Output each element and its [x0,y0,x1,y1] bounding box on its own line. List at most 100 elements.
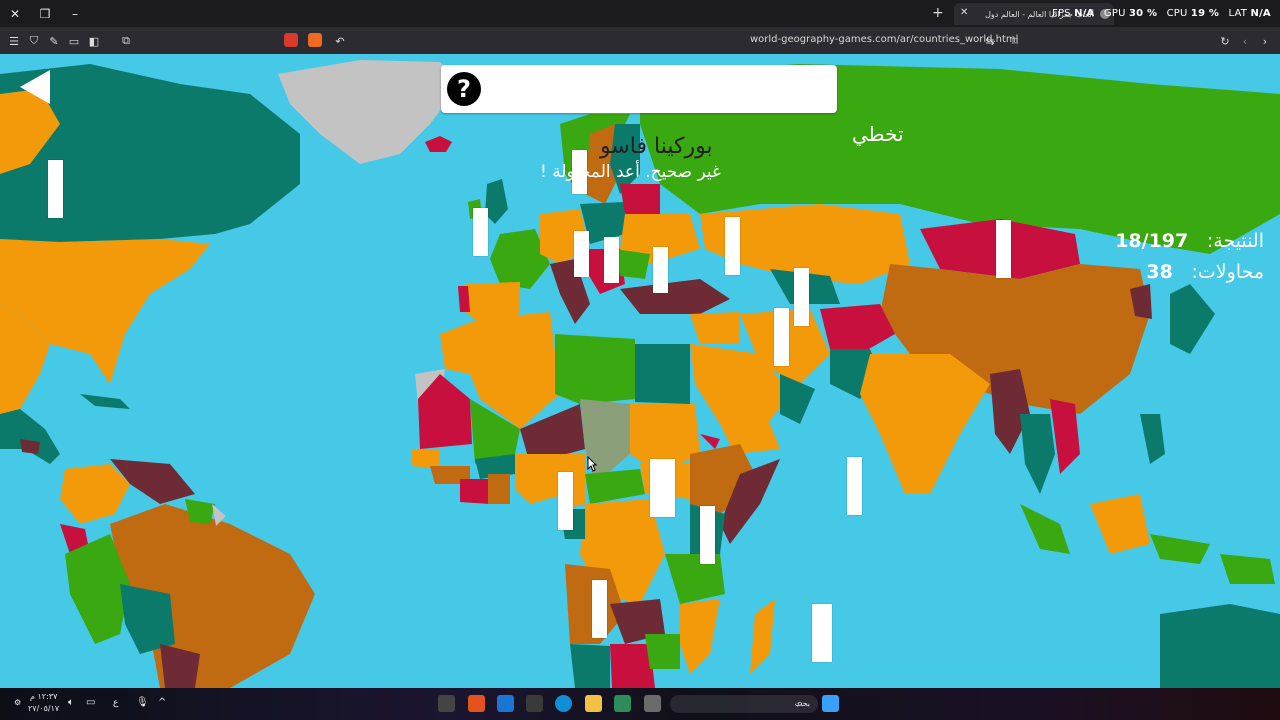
country-namibia[interactable] [570,644,610,688]
chevron-up-icon[interactable]: ^ [158,697,166,708]
undo-icon[interactable]: ↶ [332,33,348,49]
country-ghana[interactable] [488,474,510,504]
file-explorer-icon[interactable] [585,695,602,712]
country-iraq[interactable] [690,312,740,344]
site-settings-icon[interactable]: ⇆ [982,33,998,49]
country-vietnam[interactable] [1050,399,1080,474]
close-window-icon[interactable]: ✕ [3,4,27,24]
question-box: ? [441,65,837,113]
country-thailand[interactable] [1020,414,1055,494]
performance-overlay: FPS N/A GPU 30 % CPU 19 % LAT N/A [1052,8,1271,19]
reload-icon[interactable]: ↻ [1217,33,1233,49]
country-uk[interactable] [485,179,508,224]
country-belarus[interactable] [620,184,660,214]
country-madagascar[interactable] [750,599,775,674]
minimize-window-icon[interactable]: – [63,4,87,24]
task-view-icon[interactable] [644,695,661,712]
country-papua[interactable] [1220,554,1275,584]
attempts-value: 38 [1146,261,1173,283]
volume-icon[interactable]: 🔈︎ [68,697,74,708]
windows-start-icon[interactable] [822,695,839,712]
back-arrow-icon[interactable] [20,70,50,104]
store-icon[interactable] [526,695,543,712]
clock-date[interactable]: ٢٧/٠٥/١٧ [28,704,59,713]
country-iceland[interactable] [425,136,452,152]
tabs-icon[interactable]: ▭ [66,33,82,49]
network-icon[interactable]: ▭ [86,697,95,708]
answered-label [725,217,740,275]
brave-browser-icon[interactable] [468,695,485,712]
cpu-label: CPU [1166,8,1188,19]
brave-shield-icon[interactable] [308,33,322,47]
answered-label [48,160,63,218]
address-bar[interactable]: world-geography-games.com/ar/countries_w… [750,34,1018,45]
answered-label [653,247,668,293]
answered-label [574,231,589,277]
country-borneo[interactable] [1090,494,1150,554]
media-app-icon[interactable] [438,695,455,712]
answered-label [996,220,1011,278]
country-oman[interactable] [780,374,815,424]
clock-time[interactable]: ١٢:٣٧ م [30,692,57,701]
help-icon[interactable]: ? [447,72,481,106]
skip-button[interactable]: تخطي [852,122,904,146]
country-mozambique[interactable] [680,599,720,674]
screen: ✕ ❐ – + ✕ ألعاب جغرافيا العالم - العالم … [0,0,1280,720]
office-icon[interactable] [614,695,631,712]
back-nav-icon[interactable]: ‹ [1237,33,1253,49]
outlook-icon[interactable] [497,695,514,712]
country-eritrea[interactable] [700,434,720,449]
answered-label [700,506,715,564]
country-car[interactable] [585,469,645,504]
close-tab-icon[interactable]: ✕ [960,7,968,18]
country-japan[interactable] [1170,284,1215,354]
restore-window-icon[interactable]: ❐ [33,4,57,24]
country-philippines[interactable] [1140,414,1165,464]
windows-taskbar: ١٢:٣٧ م ٢٧/٠٥/١٧ ⚙ 🔈︎ ▭ ع 🎙︎ ^ بحث ⌕ [0,688,1280,720]
country-cuba[interactable] [80,394,130,409]
country-ivory-coast[interactable] [460,479,490,504]
country-turkey[interactable] [620,279,730,314]
language-indicator[interactable]: ع [113,698,118,708]
new-tab-icon[interactable]: + [932,5,944,21]
gpu-value: 30 % [1128,8,1158,19]
country-central-america[interactable] [0,409,60,464]
game-area: ? تخطي بوركينا فاسو غير صحيح. أعد المحاو… [0,54,1280,688]
cpu-value: 19 % [1190,8,1220,19]
extensions-icon[interactable]: ✎ [46,33,62,49]
country-portugal[interactable] [458,286,470,312]
microphone-icon[interactable]: 🎙︎ [136,697,149,708]
menu-icon[interactable]: ☰ [6,33,22,49]
answered-label [812,604,832,662]
extension-alert-icon[interactable] [284,33,298,47]
country-bolivia[interactable] [120,584,175,654]
country-afghanistan[interactable] [820,304,895,354]
bookmark-icon[interactable]: ⌑ [1007,33,1023,49]
lat-label: LAT [1228,8,1248,19]
taskbar-search-input[interactable]: بحث [670,695,818,713]
country-tanzania[interactable] [665,554,725,604]
answered-label [604,237,619,283]
screenshot-icon[interactable]: ⧉ [118,33,134,49]
country-australia[interactable] [1160,604,1280,688]
forward-nav-icon[interactable]: › [1257,33,1273,49]
country-india[interactable] [860,354,990,494]
country-egypt[interactable] [635,344,690,404]
country-colombia[interactable] [60,464,130,524]
sidebar-icon[interactable]: ◧ [86,33,102,49]
country-romania[interactable] [615,249,650,279]
lat-value: N/A [1250,8,1271,19]
answered-label [558,472,573,530]
answered-label [650,459,675,517]
attempts-label: محاولات: [1191,261,1264,283]
country-zimbabwe[interactable] [645,634,680,669]
edge-browser-icon[interactable] [555,695,572,712]
attempts-display: محاولات: 38 [1146,261,1264,283]
country-libya[interactable] [555,334,635,404]
settings-icon[interactable]: ⚙ [14,698,21,707]
country-indonesia-sumatra[interactable] [1020,504,1070,554]
answered-label [572,150,587,194]
country-indonesia-east[interactable] [1150,534,1210,564]
search-icon[interactable]: ⌕ [797,697,803,711]
shield-icon[interactable]: ⛉ [26,33,42,49]
